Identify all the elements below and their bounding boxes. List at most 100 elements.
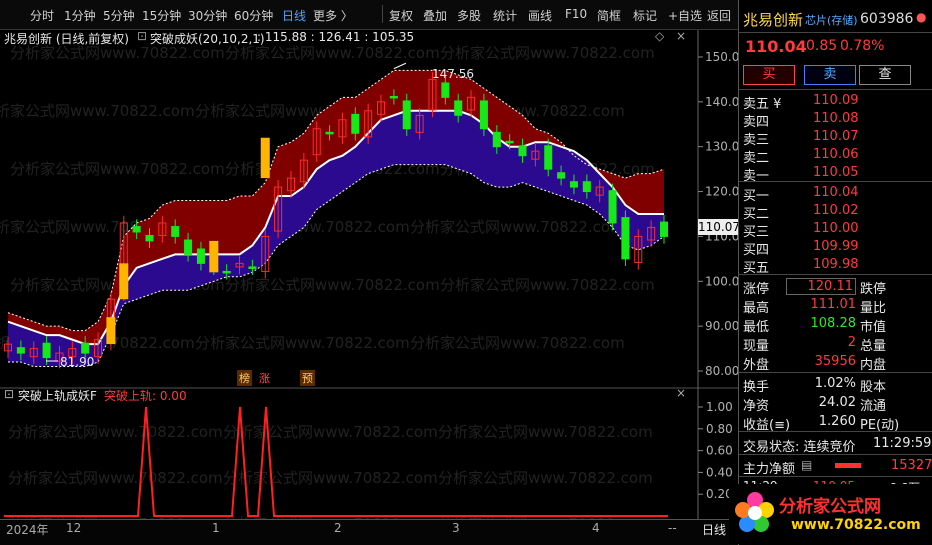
x-axis-label: 3	[452, 521, 460, 535]
marker-zhang[interactable]: 涨	[259, 370, 270, 386]
x-axis-label: 1	[212, 521, 220, 535]
period-tab-15min[interactable]: 15分钟	[142, 7, 181, 24]
query-button[interactable]: 查	[859, 65, 911, 85]
bid-price: 110.04	[813, 185, 859, 200]
indicator-toggle-icon[interactable]: ⊡	[4, 387, 14, 401]
stat-label: 最高	[743, 301, 770, 316]
candle-body	[132, 226, 141, 233]
divider	[739, 372, 932, 373]
sub-indicator-name: 突破上轨成妖F	[18, 389, 97, 403]
sell-button[interactable]: 卖	[804, 65, 856, 85]
watermark-text: 分析家公式网www.70822.com	[10, 160, 225, 178]
back-button[interactable]: 返回	[707, 7, 731, 24]
sector-tag[interactable]: 芯片(存储)	[805, 12, 858, 28]
bottom-tab-daily[interactable]: 日线	[702, 521, 726, 538]
divider	[739, 454, 932, 455]
high-label: 147.56	[432, 67, 474, 81]
stat-label: 市值	[860, 320, 887, 335]
main-net-label: 主力净额	[743, 462, 796, 477]
axis-tick-label: 100.0	[705, 274, 738, 288]
indicator-toggle-icon[interactable]: ⊡	[137, 29, 147, 43]
axis-tick-label: 0.60	[706, 444, 733, 458]
candlestick-chart[interactable]: 分析家公式网www.70822.com 分析家公式网www.70822.com 分析…	[0, 30, 738, 387]
period-tab-5min[interactable]: 5分钟	[103, 7, 135, 24]
candle-body	[222, 270, 231, 274]
diamond-icon[interactable]: ◇	[655, 29, 664, 43]
stat-label: 跌停	[860, 282, 887, 297]
signal-bar	[260, 137, 270, 179]
divider	[739, 274, 932, 275]
stat-label: 内盘	[860, 358, 887, 373]
candle-body	[441, 82, 450, 98]
watermark-text: 分析家公式网www.70822.com	[410, 218, 625, 236]
period-tab-60min[interactable]: 60分钟	[234, 7, 273, 24]
bid-price: 109.99	[813, 239, 859, 254]
marker-yu[interactable]: 预	[300, 370, 315, 386]
candle-body	[81, 342, 90, 354]
buy-button[interactable]: 买	[743, 65, 795, 85]
candle-body	[325, 131, 334, 135]
stats-button[interactable]: 统计	[493, 7, 517, 24]
stat-row: 涨停 120.11 跌停	[739, 277, 932, 297]
candle-body	[16, 347, 25, 354]
divider	[739, 32, 932, 33]
period-more-button[interactable]: 更多 〉	[313, 7, 353, 24]
stat-value: 35956	[814, 354, 856, 369]
candle-body	[608, 190, 617, 224]
bid-row[interactable]: 买五 109.98	[739, 256, 932, 276]
bid-row[interactable]: 买四 109.99	[739, 238, 932, 258]
ask-row[interactable]: 卖一 110.05	[739, 164, 932, 184]
price-axis: 150.0140.0130.0120.0110.0100.090.0080.00	[697, 30, 738, 387]
f10-button[interactable]: F10	[565, 7, 587, 21]
candle-body	[145, 235, 154, 242]
candle-body	[659, 221, 669, 237]
add-watchlist-button[interactable]: +自选	[668, 7, 702, 24]
period-toolbar: 分时 1分钟 5分钟 15分钟 30分钟 60分钟 日线 更多 〉 复权 叠加 …	[0, 0, 738, 30]
axis-tick-label: 130.0	[705, 140, 738, 154]
stat-value: 2	[847, 335, 856, 350]
scroll-icon[interactable]: --	[668, 521, 677, 535]
watermark-text: 分析家公式网www.70822.com	[223, 469, 438, 487]
close-icon[interactable]: ×	[676, 386, 686, 400]
last-price: 110.04	[745, 37, 807, 56]
ask-row[interactable]: 卖四 110.08	[739, 110, 932, 130]
ask-row[interactable]: 卖三 110.07	[739, 128, 932, 148]
ask-row[interactable]: 卖二 110.06	[739, 146, 932, 166]
axis-tick-label: 0.80	[706, 422, 733, 436]
watermark-text: 分析家公式网www.70822.com	[438, 469, 653, 487]
watermark-text: 分析家公式网www.70822.com	[195, 334, 410, 352]
stat-label: 量比	[860, 301, 887, 316]
simple-frame-button[interactable]: 简框	[597, 7, 621, 24]
stat-value: 24.02	[818, 395, 856, 410]
stat-row: 最低 108.28 市值	[739, 315, 932, 335]
axis-tick-label: 1.00	[706, 400, 733, 414]
multi-stock-button[interactable]: 多股	[457, 7, 481, 24]
draw-line-button[interactable]: 画线	[528, 7, 552, 24]
close-icon[interactable]: ×	[676, 29, 686, 43]
stat-label: 现量	[743, 339, 770, 354]
bid-row[interactable]: 买二 110.02	[739, 202, 932, 222]
mark-button[interactable]: 标记	[633, 7, 657, 24]
marker-bang[interactable]: 榜	[237, 370, 252, 386]
stock-name: 兆易创新	[743, 11, 804, 29]
period-tab-1min[interactable]: 1分钟	[64, 7, 96, 24]
adjust-button[interactable]: 复权	[389, 7, 413, 24]
period-tab-30min[interactable]: 30分钟	[188, 7, 227, 24]
stat-label: 净资	[743, 399, 770, 414]
bid-row[interactable]: 买一 110.04	[739, 184, 932, 204]
candle-body	[389, 95, 398, 99]
candle-body	[248, 266, 257, 269]
period-tab-daily[interactable]: 日线	[282, 7, 306, 24]
current-price-tag: 110.07	[698, 219, 740, 235]
overlay-button[interactable]: 叠加	[423, 7, 447, 24]
period-tab-minute[interactable]: 分时	[30, 7, 54, 24]
list-icon[interactable]: ▤	[801, 458, 812, 472]
high-pointer	[393, 62, 407, 70]
notify-icon: ●	[916, 10, 927, 24]
time-axis: 2024年 12 1 2 3 4 -- 日线	[0, 519, 738, 545]
watermark-text: 分析家公式网www.70822.com	[410, 334, 625, 352]
bid-row[interactable]: 买三 110.00	[739, 220, 932, 240]
main-net-value: 15327	[891, 458, 932, 473]
divider	[739, 476, 932, 477]
ask-row[interactable]: 卖五 ¥110.09	[739, 92, 932, 112]
